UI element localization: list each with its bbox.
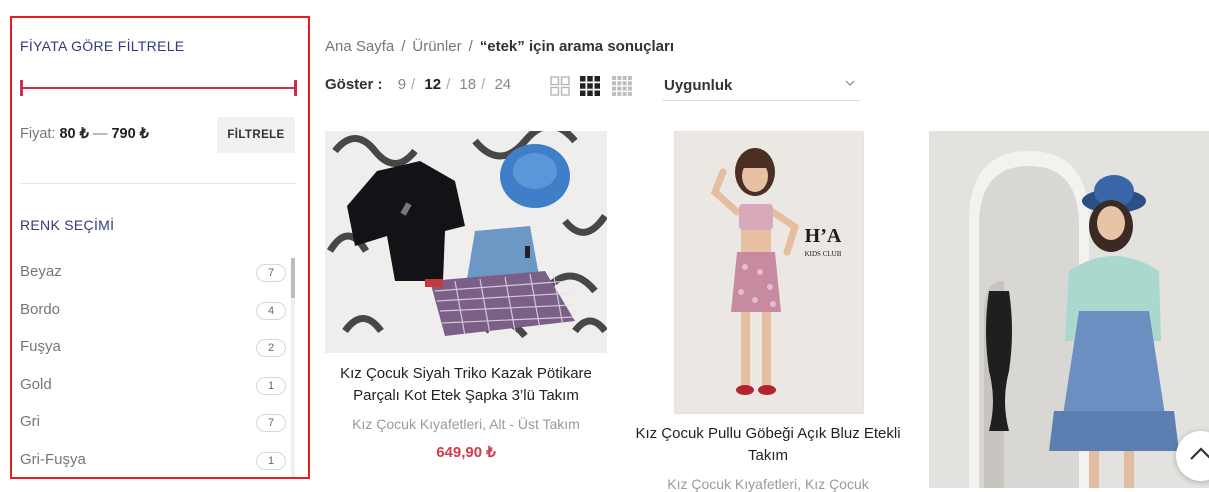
price-dash: — — [92, 126, 108, 142]
per-page-separator: / — [446, 76, 451, 93]
price-min-handle[interactable] — [20, 80, 23, 96]
filter-sidebar: FİYATA GÖRE FİLTRELE Fiyat: 80 ₺ — 790 ₺… — [10, 16, 310, 479]
product-photo-sequin-set: H’A KIDS CLUB — [675, 132, 863, 413]
per-page-separator: / — [411, 76, 416, 93]
breadcrumb: Ana Sayfa / Ürünler / “etek” için arama sonu… — [325, 38, 674, 55]
product-categories[interactable]: Kız Çocuk Kıyafetleri, Alt - Üst Takım — [325, 416, 607, 432]
breadcrumb-current: “etek” için arama sonuçları — [479, 38, 675, 55]
chevron-down-icon — [845, 80, 855, 86]
color-count-badge: 4 — [256, 301, 286, 320]
color-name: Gold — [20, 375, 52, 393]
product-image[interactable] — [325, 131, 607, 353]
price-max-value: 790 ₺ — [111, 126, 149, 142]
per-page-option-24[interactable]: 24 — [494, 76, 511, 93]
price-max-handle[interactable] — [294, 80, 297, 96]
grid-4-icon[interactable] — [612, 76, 632, 96]
product-photo-denim-overall — [929, 131, 1209, 488]
color-list-scrollbar[interactable] — [291, 258, 295, 477]
filter-button[interactable]: FİLTRELE — [217, 117, 295, 153]
color-item-gold[interactable]: Gold 1 — [20, 367, 286, 405]
brand-logo-subtext: KIDS CLUB — [805, 250, 842, 258]
scroll-to-top-button[interactable] — [1176, 431, 1209, 481]
color-count-badge: 2 — [256, 339, 286, 357]
product-card: H’A KIDS CLUB Kız Çocuk Pullu Göbeği Açı… — [627, 131, 909, 492]
per-page-option-18[interactable]: 18 — [459, 76, 476, 93]
per-page-label: Göster : — [325, 76, 383, 93]
grid-3-icon[interactable] — [580, 76, 600, 96]
color-item-fusya[interactable]: Fuşya 2 — [20, 329, 286, 367]
product-categories[interactable]: Kız Çocuk Kıyafetleri, Kız Çocuk — [627, 476, 909, 492]
color-item-beyaz[interactable]: Beyaz 7 — [20, 254, 286, 292]
product-card: Kız Çocuk Siyah Triko Kazak Pötikare Par… — [325, 131, 607, 471]
per-page-selector: Göster : 9 / 12 / 18 / 24 — [325, 76, 516, 93]
product-title[interactable]: Kız Çocuk Siyah Triko Kazak Pötikare Par… — [325, 363, 607, 407]
price-range-slider[interactable] — [20, 80, 297, 96]
color-filter-title: RENK SEÇİMİ — [20, 217, 115, 233]
per-page-separator: / — [481, 76, 486, 93]
price-min-value: 80 ₺ — [59, 126, 89, 142]
per-page-option-12[interactable]: 12 — [424, 76, 441, 93]
color-list: Beyaz 7 Bordo 4 Fuşya 2 Gold 1 Gri 7 Gri… — [20, 254, 286, 478]
chevron-up-icon — [1190, 447, 1209, 460]
color-item-gri[interactable]: Gri 7 — [20, 404, 286, 442]
breadcrumb-products-link[interactable]: Ürünler — [412, 38, 461, 55]
color-name: Beyaz — [20, 263, 62, 280]
breadcrumb-home-link[interactable]: Ana Sayfa — [325, 38, 394, 55]
grid-2-icon[interactable] — [550, 76, 570, 96]
product-image[interactable] — [929, 131, 1209, 488]
price-range-track — [20, 87, 297, 89]
color-name: Gri-Fuşya — [20, 450, 86, 468]
color-name: Fuşya — [20, 338, 61, 355]
color-count-badge: 7 — [256, 414, 286, 432]
breadcrumb-separator: / — [468, 38, 473, 55]
product-price: 649,90 ₺ — [436, 444, 496, 461]
product-image[interactable]: H’A KIDS CLUB — [674, 131, 864, 414]
breadcrumb-separator: / — [401, 38, 406, 55]
product-title[interactable]: Kız Çocuk Pullu Göbeği Açık Bluz Etekli … — [627, 423, 909, 467]
per-page-option-9[interactable]: 9 — [398, 76, 406, 93]
scrollbar-thumb[interactable] — [291, 258, 295, 298]
sort-selected-value: Uygunluk — [664, 77, 733, 94]
color-count-badge: 1 — [256, 451, 286, 470]
price-range-text: Fiyat: 80 ₺ — 790 ₺ — [20, 126, 149, 142]
color-name: Bordo — [20, 300, 61, 318]
product-card — [929, 131, 1209, 488]
color-name: Gri — [20, 413, 40, 430]
brand-logo-text: H’A — [805, 225, 842, 247]
color-count-badge: 7 — [256, 264, 286, 282]
color-count-badge: 1 — [256, 376, 286, 395]
color-item-bordo[interactable]: Bordo 4 — [20, 292, 286, 330]
price-label: Fiyat: — [20, 126, 56, 142]
color-item-gri-fusya[interactable]: Gri-Fuşya 1 — [20, 442, 286, 478]
product-photo-knit-set — [325, 131, 607, 353]
price-filter-title: FİYATA GÖRE FİLTRELE — [20, 38, 185, 54]
sort-select[interactable]: Uygunluk — [662, 74, 860, 101]
sidebar-divider — [20, 183, 296, 184]
